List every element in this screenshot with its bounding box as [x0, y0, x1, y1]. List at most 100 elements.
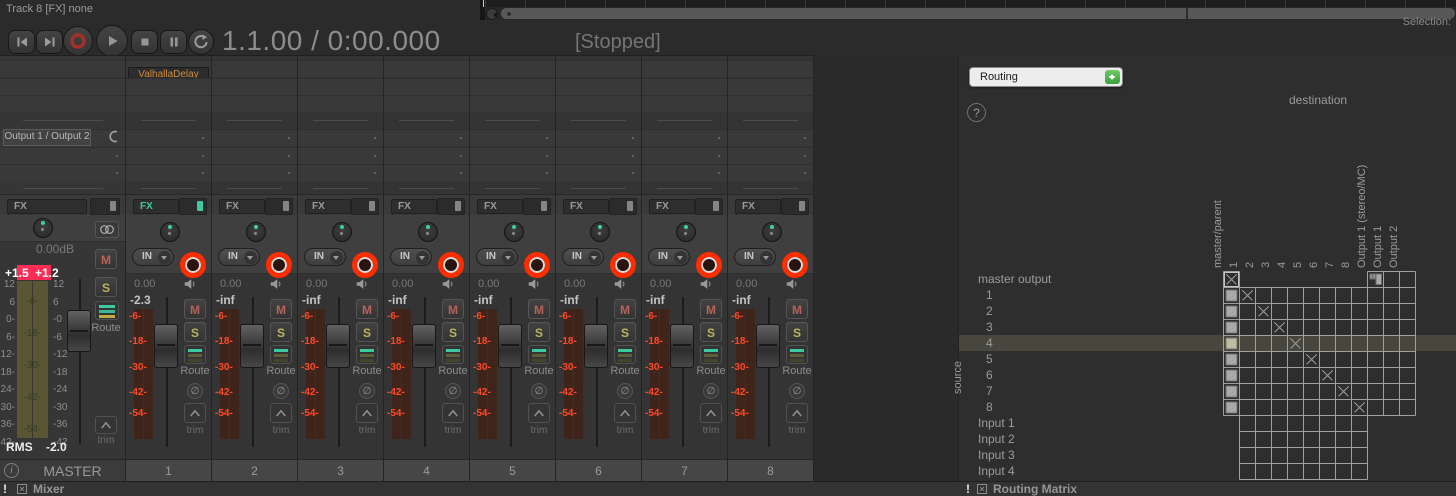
- route-button[interactable]: [442, 345, 464, 364]
- fx-slider-handle[interactable]: [455, 201, 461, 211]
- fx-slot[interactable]: [0, 60, 125, 77]
- route-button[interactable]: [356, 345, 378, 364]
- phase-button[interactable]: ∅: [187, 383, 203, 399]
- fx-button[interactable]: FX: [563, 199, 609, 214]
- channel-gain-value[interactable]: 0.00: [134, 278, 155, 290]
- fx-button[interactable]: FX: [219, 199, 265, 214]
- matrix-column-header[interactable]: 7: [1324, 138, 1337, 268]
- chevron-down-icon[interactable]: [502, 251, 515, 264]
- record-arm-button[interactable]: [782, 252, 808, 278]
- fx-wet-slider[interactable]: [90, 198, 120, 215]
- input-select-button[interactable]: IN: [476, 248, 518, 266]
- matrix-row-label[interactable]: 4: [978, 336, 1206, 352]
- matrix-row-label[interactable]: master output: [978, 272, 1198, 288]
- send-slot[interactable]: [556, 129, 641, 146]
- checkbox-icon[interactable]: ×: [977, 484, 987, 494]
- send-slot[interactable]: [0, 147, 125, 164]
- channel-fader[interactable]: [240, 324, 264, 368]
- fx-slot[interactable]: [212, 95, 297, 112]
- speaker-icon[interactable]: [699, 277, 713, 296]
- matrix-column-header[interactable]: 1: [1228, 138, 1241, 268]
- trim-button[interactable]: [700, 403, 722, 423]
- tab-routing-matrix[interactable]: Routing Matrix: [993, 482, 1077, 496]
- fx-slot[interactable]: [126, 78, 211, 95]
- send-slot[interactable]: [384, 147, 469, 164]
- send-slot[interactable]: [642, 147, 727, 164]
- fx-slot[interactable]: [642, 95, 727, 112]
- pause-button[interactable]: [160, 30, 187, 54]
- send-slot[interactable]: [212, 164, 297, 181]
- channel-gain-value[interactable]: 0.00: [392, 278, 413, 290]
- mute-button[interactable]: M: [528, 299, 550, 319]
- phase-button[interactable]: ∅: [789, 383, 805, 399]
- chevron-down-icon[interactable]: [244, 251, 257, 264]
- solo-button[interactable]: S: [356, 322, 378, 342]
- send-volume-knob[interactable]: [107, 129, 122, 149]
- input-select-button[interactable]: IN: [390, 248, 432, 266]
- record-arm-button[interactable]: [524, 252, 550, 278]
- fx-button[interactable]: FX: [391, 199, 437, 214]
- fx-slot[interactable]: ValhallaDelay: [126, 60, 211, 77]
- phase-button[interactable]: ∅: [531, 383, 547, 399]
- fx-slot[interactable]: [470, 60, 555, 77]
- chevron-down-icon[interactable]: [416, 251, 429, 264]
- matrix-row-label[interactable]: 8: [978, 400, 1206, 416]
- fx-slider-handle[interactable]: [283, 201, 289, 211]
- fader-track[interactable]: [338, 297, 340, 447]
- record-arm-button[interactable]: [266, 252, 292, 278]
- pan-knob[interactable]: [33, 218, 53, 238]
- input-select-button[interactable]: IN: [132, 248, 174, 266]
- fx-slot[interactable]: [470, 78, 555, 95]
- fx-wet-slider[interactable]: [609, 198, 637, 215]
- fx-slot[interactable]: [212, 78, 297, 95]
- solo-button[interactable]: S: [786, 322, 808, 342]
- channel-gain-value[interactable]: 0.00: [220, 278, 241, 290]
- pan-knob[interactable]: [504, 222, 524, 242]
- fx-button[interactable]: FX: [133, 199, 179, 214]
- routing-matrix-grid[interactable]: [1223, 271, 1417, 481]
- pan-knob[interactable]: [762, 222, 782, 242]
- channel-gain-value[interactable]: 0.00: [306, 278, 327, 290]
- fx-slider-handle[interactable]: [541, 201, 547, 211]
- send-slot[interactable]: [384, 164, 469, 181]
- matrix-column-header[interactable]: 4: [1276, 138, 1289, 268]
- fader-track[interactable]: [79, 279, 81, 444]
- repeat-button[interactable]: [188, 29, 214, 55]
- scrollbar-track[interactable]: [501, 8, 1455, 19]
- fader-track[interactable]: [596, 297, 598, 447]
- fx-wet-slider[interactable]: [523, 198, 551, 215]
- channel-number-cell[interactable]: 1: [126, 459, 211, 482]
- send-slot[interactable]: [556, 164, 641, 181]
- send-slot[interactable]: [470, 129, 555, 146]
- fx-slot[interactable]: [642, 60, 727, 77]
- pan-knob[interactable]: [418, 222, 438, 242]
- phase-button[interactable]: ∅: [703, 383, 719, 399]
- stop-button[interactable]: [131, 30, 158, 54]
- fx-slot[interactable]: [298, 78, 383, 95]
- phase-button[interactable]: ∅: [445, 383, 461, 399]
- route-button[interactable]: [270, 345, 292, 364]
- speaker-icon[interactable]: [355, 277, 369, 296]
- channel-fader[interactable]: [584, 324, 608, 368]
- routing-mode-select[interactable]: Routing: [969, 67, 1123, 87]
- matrix-row-label[interactable]: Input 2: [978, 432, 1198, 448]
- fx-slot[interactable]: [728, 78, 813, 95]
- trim-button[interactable]: [786, 403, 808, 423]
- record-arm-button[interactable]: [352, 252, 378, 278]
- fx-slot[interactable]: [556, 95, 641, 112]
- help-icon[interactable]: ?: [967, 103, 986, 122]
- info-icon[interactable]: i: [4, 463, 19, 478]
- send-slot[interactable]: [126, 164, 211, 181]
- matrix-column-header[interactable]: 5: [1292, 138, 1305, 268]
- fx-slot[interactable]: [642, 78, 727, 95]
- record-arm-button[interactable]: [610, 252, 636, 278]
- send-slot[interactable]: [470, 164, 555, 181]
- solo-button[interactable]: S: [184, 322, 206, 342]
- fader-track[interactable]: [424, 297, 426, 447]
- timeline-ruler[interactable]: [485, 0, 1456, 7]
- mute-button[interactable]: M: [614, 299, 636, 319]
- horizontal-scrollbar[interactable]: [485, 7, 1456, 20]
- trim-button[interactable]: [614, 403, 636, 423]
- send-slot[interactable]: [212, 147, 297, 164]
- matrix-column-header[interactable]: Output 1 (stereo/MC): [1356, 138, 1369, 268]
